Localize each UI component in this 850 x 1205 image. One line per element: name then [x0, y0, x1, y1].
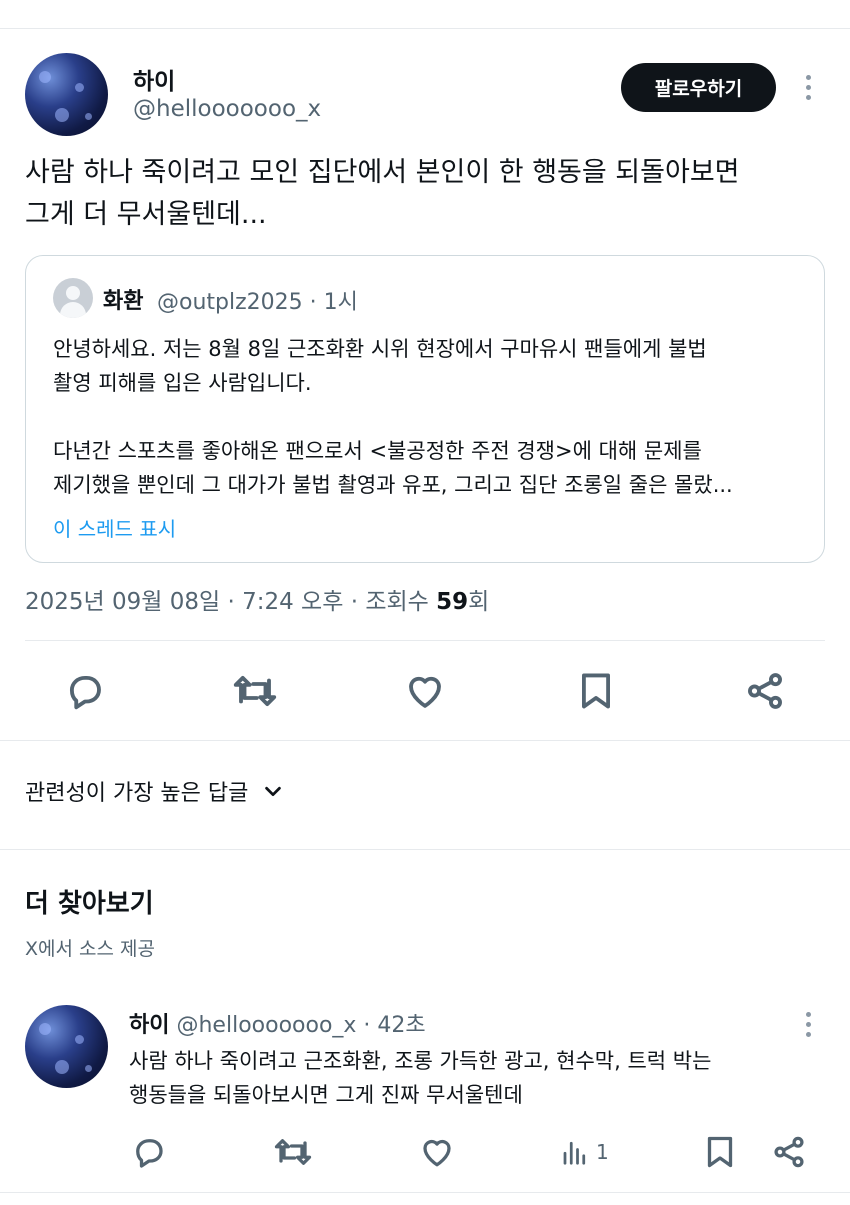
tweet-text: 사람 하나 죽이려고 모인 집단에서 본인이 한 행동을 되돌아보면 그게 더 …	[25, 152, 815, 236]
author-avatar[interactable]	[25, 53, 108, 136]
reply-author-handle-time[interactable]: @hellooooooo_x · 42초	[176, 1013, 425, 1038]
author-handle[interactable]: @hellooooooo_x	[133, 96, 321, 122]
quoted-text-line: 촬영 피해를 입은 사람입니다.	[53, 371, 312, 395]
like-button[interactable]	[404, 670, 446, 712]
chevron-down-icon	[265, 786, 282, 797]
tweet-text-line: 그게 더 무서울텐데...	[25, 199, 267, 230]
discover-title: 더 찾아보기	[25, 889, 154, 919]
bookmark-icon	[707, 1136, 733, 1168]
quoted-tweet-card[interactable]: 화환 @outplz2025 · 1시 안녕하세요. 저는 8월 8일 근조화환…	[25, 255, 825, 563]
quoted-author-name: 화환	[103, 289, 144, 314]
reply-view-count: 1	[596, 1140, 609, 1164]
quoted-avatar	[53, 278, 93, 318]
section-divider	[0, 849, 850, 850]
bottom-divider	[0, 1192, 850, 1193]
reply-views-button[interactable]: 1	[560, 1136, 609, 1168]
quoted-text-line: 제기했을 뿐인데 그 대가가 불법 촬영과 유포, 그리고 집단 조롱일 줄은 …	[53, 473, 733, 497]
reply-share-button[interactable]	[771, 1134, 807, 1170]
reply-retweet-button[interactable]	[273, 1134, 313, 1170]
reply-like-button[interactable]	[419, 1134, 455, 1170]
reply-text: 사람 하나 죽이려고 근조화환, 조롱 가득한 광고, 현수막, 트럭 박는 행…	[129, 1044, 809, 1112]
reply-more-icon[interactable]	[806, 1012, 812, 1037]
meta-divider	[25, 640, 825, 641]
view-suffix: 회	[468, 589, 490, 615]
quoted-author-handle-time: @outplz2025 · 1시	[157, 290, 358, 315]
tweet-text-line: 사람 하나 죽이려고 모인 집단에서 본인이 한 행동을 되돌아보면	[25, 157, 740, 188]
retweet-icon	[233, 675, 277, 707]
views-icon	[563, 1141, 586, 1165]
reply-text-line: 행동들을 되돌아보시면 그게 진짜 무서울텐데	[129, 1083, 523, 1107]
actions-divider	[0, 740, 850, 741]
reply-bookmark-button[interactable]	[703, 1134, 737, 1170]
quoted-tweet-text: 안녕하세요. 저는 8월 8일 근조화환 시위 현장에서 구마유시 팬들에게 불…	[53, 332, 803, 502]
like-icon	[409, 676, 441, 708]
share-icon	[774, 1136, 804, 1168]
bookmark-button[interactable]	[577, 670, 615, 712]
reply-icon	[69, 675, 101, 710]
reply-reply-button[interactable]	[131, 1134, 167, 1170]
discover-source: X에서 소스 제공	[25, 938, 155, 960]
quoted-text-line: 다년간 스포츠를 좋아해온 팬으로서 <불공정한 주전 경쟁>에 대해 문제를	[53, 439, 702, 463]
follow-button[interactable]: 팔로우하기	[621, 63, 776, 112]
view-count: 59	[436, 589, 469, 615]
share-icon	[748, 673, 782, 709]
top-divider	[0, 28, 850, 29]
bookmark-icon	[582, 673, 610, 709]
show-thread-link[interactable]: 이 스레드 표시	[53, 513, 176, 542]
reply-header: 하이 @hellooooooo_x · 42초	[129, 1007, 426, 1039]
reply-button[interactable]	[64, 670, 106, 712]
reply-sort-label: 관련성이 가장 높은 답글	[25, 781, 249, 806]
retweet-icon	[274, 1139, 312, 1165]
retweet-button[interactable]	[232, 670, 278, 712]
tweet-meta: 2025년 09월 08일 · 7:24 오후 · 조회수 59회	[25, 582, 489, 616]
reply-avatar[interactable]	[25, 1005, 108, 1088]
share-button[interactable]	[744, 670, 786, 712]
tweet-date: 2025년 09월 08일 · 7:24 오후 · 조회수	[25, 589, 437, 615]
reply-text-line: 사람 하나 죽이려고 근조화환, 조롱 가득한 광고, 현수막, 트럭 박는	[129, 1049, 712, 1073]
reply-author-name[interactable]: 하이	[129, 1013, 169, 1038]
reply-icon	[136, 1139, 163, 1168]
like-icon	[423, 1139, 451, 1167]
quoted-text-line: 안녕하세요. 저는 8월 8일 근조화환 시위 현장에서 구마유시 팬들에게 불…	[53, 337, 707, 361]
author-name[interactable]: 하이	[133, 62, 175, 96]
more-icon[interactable]	[806, 75, 812, 100]
reply-sort-dropdown[interactable]: 관련성이 가장 높은 답글	[25, 775, 284, 807]
